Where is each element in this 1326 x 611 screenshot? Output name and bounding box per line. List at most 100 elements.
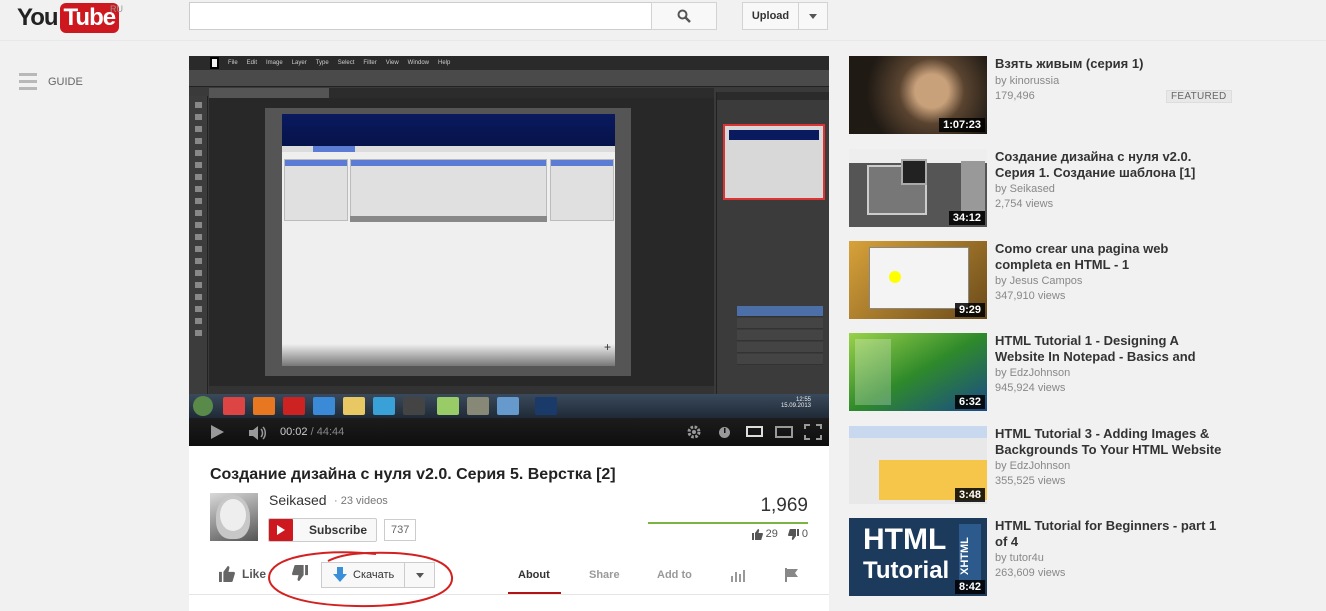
duration-badge: 9:29 [954, 303, 985, 317]
ps-panels [716, 92, 829, 394]
likes-summary: 29 0 [751, 528, 808, 540]
video-thumbnail[interactable]: 34:12 [849, 149, 987, 227]
duration: 44:44 [316, 426, 345, 438]
skype-icon [373, 397, 395, 415]
related-title[interactable]: HTML Tutorial 1 - Designing A Website In… [995, 333, 1227, 365]
duration-badge: 34:12 [948, 211, 985, 225]
small-player-icon[interactable] [746, 426, 763, 437]
ps-navigator-thumb [723, 124, 825, 200]
like-button[interactable]: Like [219, 566, 266, 582]
tab-add-to[interactable]: Add to [657, 569, 692, 581]
subscribe-button[interactable]: Subscribe [268, 518, 377, 542]
play-icon[interactable] [211, 425, 224, 439]
youtube-logo[interactable]: You Tube RU [17, 3, 123, 33]
video-thumbnail[interactable]: 9:29 [849, 241, 987, 319]
annotation-circle [268, 551, 454, 608]
related-title[interactable]: Como crear una pagina web completa en HT… [995, 241, 1227, 273]
related-video-item[interactable]: 9:29 Como crear una pagina web completa … [849, 241, 1229, 321]
video-title: Создание дизайна с нуля v2.0. Серия 5. В… [210, 466, 616, 483]
start-icon [193, 396, 213, 416]
crosshair-icon: + [604, 340, 612, 354]
duration-badge: 8:42 [954, 580, 985, 594]
ps-toolbar [189, 96, 208, 396]
like-count: 29 [765, 528, 778, 540]
view-count: 1,969 [760, 495, 808, 516]
channel-avatar[interactable] [210, 493, 258, 541]
video-thumbnail[interactable]: 6:32 [849, 333, 987, 411]
subscribe-label: Subscribe [309, 523, 368, 537]
flag-icon[interactable] [785, 568, 799, 582]
duration-badge: 6:32 [954, 395, 985, 409]
taskbar-clock: 12:55 15.09.2013 [781, 397, 811, 409]
related-video-item[interactable]: HTML Tutorial XHTML 8:42 HTML Tutorial f… [849, 518, 1229, 598]
duration-badge: 3:48 [954, 488, 985, 502]
video-frame[interactable]: File Edit Image Layer Type Select Filter… [189, 56, 829, 418]
duration-badge: 1:07:23 [939, 118, 985, 132]
related-views: 945,924 views [995, 382, 1066, 394]
logo-region: RU [110, 4, 123, 14]
thumbs-up-icon [751, 528, 763, 540]
ps-status-bar [209, 386, 714, 394]
masthead: You Tube RU Upload [0, 0, 1326, 41]
video-thumbnail[interactable]: HTML Tutorial XHTML 8:42 [849, 518, 987, 596]
fullscreen-icon[interactable] [804, 424, 822, 440]
guide-label: GUIDE [48, 75, 83, 88]
ie-icon [313, 397, 335, 415]
dislike-count: 0 [801, 528, 808, 540]
related-video-item[interactable]: 1:07:23 Взять живым (серия 1) by kinorus… [849, 56, 1232, 136]
large-player-icon[interactable] [775, 426, 793, 438]
related-title[interactable]: HTML Tutorial 3 - Adding Images & Backgr… [995, 426, 1227, 458]
tab-about[interactable]: About [518, 569, 550, 581]
related-title[interactable]: Создание дизайна с нуля v2.0. Серия 1. С… [995, 149, 1227, 181]
channel-videos-count[interactable]: · 23 videos [334, 495, 388, 507]
likes-ratio-bar [648, 522, 808, 524]
subscriber-count: 737 [384, 519, 417, 541]
stats-icon[interactable] [731, 570, 745, 582]
ps-menu-item: Edit [246, 60, 258, 66]
tab-share[interactable]: Share [589, 569, 620, 581]
annotations-icon[interactable] [718, 426, 731, 439]
related-channel: by kinorussia [995, 75, 1060, 87]
gear-icon[interactable] [686, 424, 702, 440]
related-channel: by Seikased [995, 183, 1055, 195]
menu-icon [19, 73, 37, 90]
related-views: 347,910 views [995, 290, 1066, 302]
current-time: 00:02 [280, 426, 308, 438]
ps-menu-item: Help [438, 60, 451, 66]
ps-menu-item: View [385, 60, 399, 66]
logo-you-text: You [17, 4, 59, 31]
thumb-text: HTML [863, 523, 947, 556]
volume-icon[interactable] [248, 426, 268, 440]
related-title[interactable]: Взять живым (серия 1) [995, 56, 1227, 72]
photoshop-icon [535, 397, 557, 415]
related-views: 263,609 views [995, 567, 1066, 579]
ps-options-bar [189, 70, 829, 87]
related-video-item[interactable]: 3:48 HTML Tutorial 3 - Adding Images & B… [849, 426, 1229, 506]
video-thumbnail[interactable]: 1:07:23 [849, 56, 987, 134]
related-video-item[interactable]: 34:12 Создание дизайна с нуля v2.0. Сери… [849, 149, 1229, 229]
search-button[interactable] [651, 2, 717, 30]
upload-button[interactable]: Upload [742, 2, 799, 30]
ps-menu-item: Image [266, 60, 283, 66]
video-thumbnail[interactable]: 3:48 [849, 426, 987, 504]
ps-document: + [282, 114, 615, 366]
related-title[interactable]: HTML Tutorial for Beginners - part 1 of … [995, 518, 1227, 550]
ps-app-icon [210, 57, 219, 69]
video-player[interactable]: File Edit Image Layer Type Select Filter… [189, 56, 829, 446]
folder-icon [343, 397, 365, 415]
related-video-item[interactable]: 6:32 HTML Tutorial 1 - Designing A Websi… [849, 333, 1229, 413]
search-input[interactable] [189, 2, 652, 30]
player-controls: 00:02 / 44:44 [189, 418, 829, 446]
thumb-text: Tutorial [863, 557, 950, 584]
search-icon [677, 9, 691, 23]
related-views: 2,754 views [995, 198, 1054, 210]
opera-icon [283, 397, 305, 415]
thumb-side-text: XHTML [959, 524, 981, 588]
channel-name[interactable]: Seikased [269, 492, 327, 508]
ps-menu-item: Layer [291, 60, 307, 66]
guide-button[interactable]: GUIDE [19, 73, 83, 90]
ps-menubar: File Edit Image Layer Type Select Filter… [189, 56, 829, 70]
youtube-play-icon [269, 519, 293, 541]
ps-menu-item: Type [315, 60, 329, 66]
upload-menu-button[interactable] [798, 2, 828, 30]
